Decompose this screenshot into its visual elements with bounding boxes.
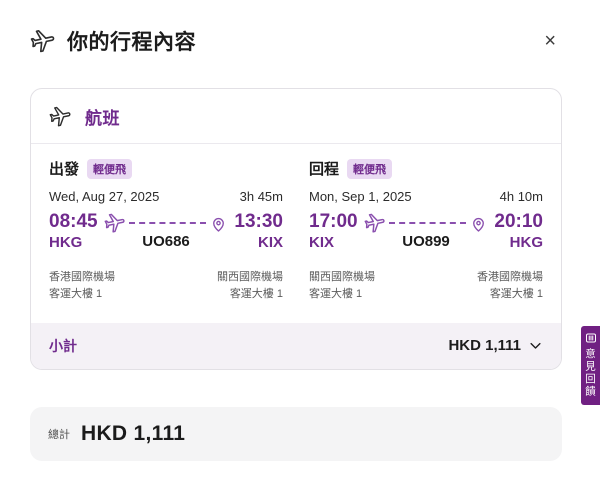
direction-label: 回程 bbox=[309, 161, 340, 178]
date-row: Wed, Aug 27, 2025 3h 45m bbox=[49, 189, 283, 204]
plane-icon bbox=[364, 212, 386, 234]
arrival-terminal: 客運大樓 1 bbox=[229, 287, 283, 300]
close-icon: × bbox=[544, 30, 556, 52]
flight-duration: 4h 10m bbox=[499, 189, 543, 204]
departure-time-block: 08:45 HKG bbox=[49, 210, 98, 253]
departure-airport: 關西國際機場 客運大樓 1 bbox=[309, 269, 375, 303]
page-title: 你的行程內容 bbox=[67, 31, 196, 54]
plane-icon bbox=[30, 28, 56, 54]
departure-airport-code: KIX bbox=[309, 233, 335, 251]
flight-card-header: 航班 bbox=[31, 89, 561, 144]
departure-terminal: 客運大樓 1 bbox=[49, 287, 103, 300]
arrival-airport-code: KIX bbox=[257, 233, 283, 251]
arrival-time-block: 20:10 HKG bbox=[494, 210, 543, 253]
arrival-terminal: 客運大樓 1 bbox=[489, 287, 543, 300]
arrival-time: 13:30 bbox=[234, 211, 283, 232]
flight-path: UO899 bbox=[364, 212, 489, 250]
fare-badge: 輕便飛 bbox=[87, 158, 133, 179]
modal-header-left: 你的行程內容 bbox=[30, 26, 196, 56]
feedback-tab-label: 意見回饋 bbox=[584, 348, 596, 398]
segment-outbound: 出發 輕便飛 Wed, Aug 27, 2025 3h 45m 08:45 HK… bbox=[49, 158, 283, 303]
flight-row: 17:00 KIX UO899 20:10 HKG bbox=[309, 210, 543, 253]
survey-icon bbox=[585, 332, 597, 344]
departure-airport-name: 關西國際機場 bbox=[309, 270, 375, 283]
subtotal-row[interactable]: 小計 HKD 1,111 bbox=[31, 322, 561, 369]
flight-duration: 3h 45m bbox=[239, 189, 283, 204]
departure-time: 17:00 bbox=[309, 211, 358, 232]
close-button[interactable]: × bbox=[542, 29, 558, 53]
chevron-down-icon bbox=[528, 338, 543, 353]
arrival-airport: 關西國際機場 客運大樓 1 bbox=[217, 269, 283, 303]
segment-header: 出發 輕便飛 bbox=[49, 158, 283, 179]
segment-return: 回程 輕便飛 Mon, Sep 1, 2025 4h 10m 17:00 KIX bbox=[309, 158, 543, 303]
flight-path-line bbox=[364, 212, 489, 234]
dashed-route-line bbox=[388, 222, 467, 225]
flight-card: 航班 出發 輕便飛 Wed, Aug 27, 2025 3h 45m 08:45… bbox=[30, 88, 562, 370]
arrival-airport-name: 香港國際機場 bbox=[477, 270, 543, 283]
airports-row: 關西國際機場 客運大樓 1 香港國際機場 客運大樓 1 bbox=[309, 269, 543, 303]
location-pin-icon bbox=[469, 214, 488, 233]
arrival-time: 20:10 bbox=[494, 211, 543, 232]
total-label: 總計 bbox=[48, 428, 70, 441]
subtotal-amount: HKD 1,111 bbox=[448, 337, 543, 354]
arrival-airport-code: HKG bbox=[509, 233, 543, 251]
plane-icon bbox=[104, 212, 126, 234]
flight-segments: 出發 輕便飛 Wed, Aug 27, 2025 3h 45m 08:45 HK… bbox=[31, 144, 561, 319]
arrival-time-block: 13:30 KIX bbox=[234, 210, 283, 253]
flight-path-line bbox=[104, 212, 229, 234]
segment-header: 回程 輕便飛 bbox=[309, 158, 543, 179]
flight-date: Wed, Aug 27, 2025 bbox=[49, 189, 160, 204]
subtotal-value: HKD 1,111 bbox=[448, 337, 521, 355]
departure-airport: 香港國際機場 客運大樓 1 bbox=[49, 269, 115, 303]
total-card: 總計 HKD 1,111 bbox=[30, 406, 562, 461]
departure-time-block: 17:00 KIX bbox=[309, 210, 358, 253]
plane-icon bbox=[49, 105, 72, 128]
flight-date: Mon, Sep 1, 2025 bbox=[309, 189, 412, 204]
flight-number: UO686 bbox=[142, 233, 190, 251]
flight-path: UO686 bbox=[104, 212, 229, 250]
section-title-flights: 航班 bbox=[85, 109, 120, 128]
airports-row: 香港國際機場 客運大樓 1 關西國際機場 客運大樓 1 bbox=[49, 269, 283, 303]
departure-time: 08:45 bbox=[49, 211, 98, 232]
arrival-airport: 香港國際機場 客運大樓 1 bbox=[477, 269, 543, 303]
feedback-tab[interactable]: 意見回饋 bbox=[581, 326, 600, 405]
total-amount: HKD 1,111 bbox=[81, 421, 186, 445]
direction-label: 出發 bbox=[49, 161, 80, 178]
location-pin-icon bbox=[209, 214, 228, 233]
fare-badge: 輕便飛 bbox=[347, 158, 393, 179]
subtotal-label: 小計 bbox=[49, 337, 77, 354]
departure-airport-name: 香港國際機場 bbox=[49, 270, 115, 283]
flight-number: UO899 bbox=[402, 233, 450, 251]
arrival-airport-name: 關西國際機場 bbox=[217, 270, 283, 283]
departure-airport-code: HKG bbox=[49, 233, 83, 251]
date-row: Mon, Sep 1, 2025 4h 10m bbox=[309, 189, 543, 204]
dashed-route-line bbox=[128, 222, 207, 225]
flight-row: 08:45 HKG UO686 13:30 KIX bbox=[49, 210, 283, 253]
modal-header: 你的行程內容 × bbox=[0, 0, 600, 56]
departure-terminal: 客運大樓 1 bbox=[309, 287, 363, 300]
